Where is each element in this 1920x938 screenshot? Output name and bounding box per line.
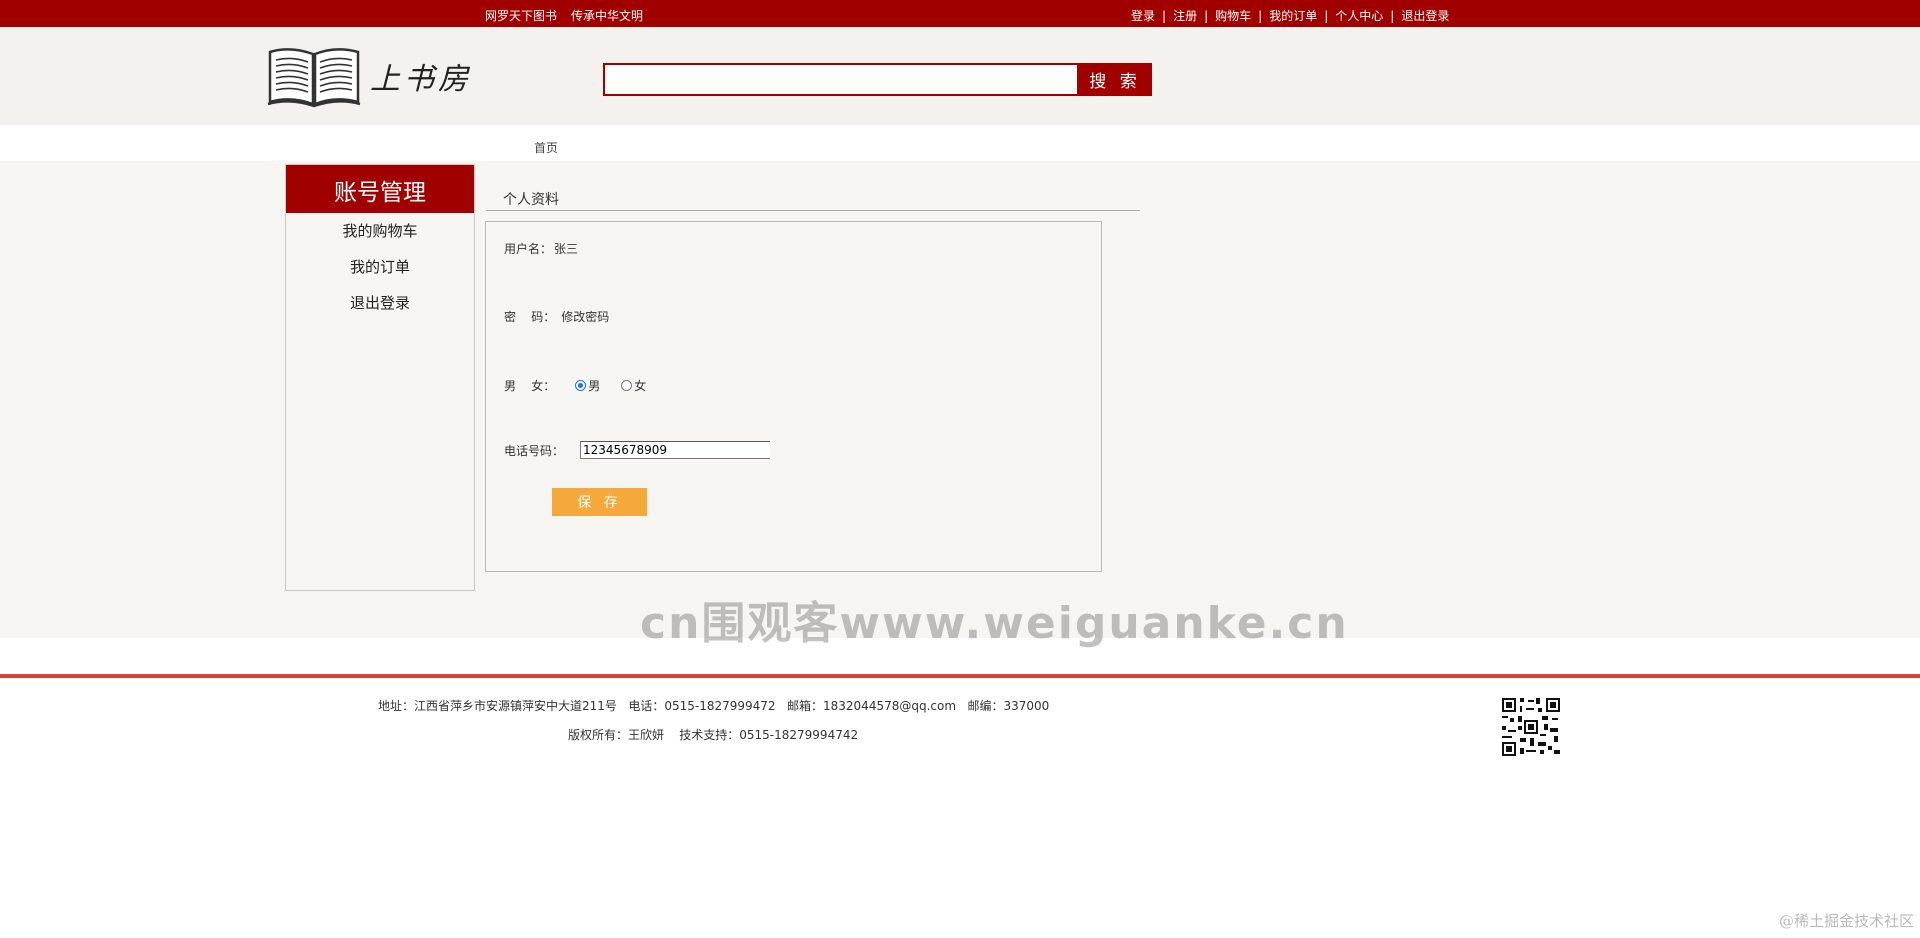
username-row: 用户名： 张三	[504, 240, 578, 257]
search-button[interactable]: 搜 索	[1078, 63, 1152, 96]
main-content: 账号管理 我的购物车 我的订单 退出登录 个人资料 用户名： 张三 密 码： 修…	[0, 161, 1920, 649]
gender-female-label: 女	[634, 379, 647, 393]
search-input[interactable]	[603, 63, 1079, 96]
profile-link[interactable]: 个人中心	[1335, 7, 1383, 24]
book-icon	[267, 48, 361, 108]
sidebar-item-cart[interactable]: 我的购物车	[342, 221, 417, 257]
slogan-part-1: 网罗天下图书	[485, 9, 558, 23]
account-sidebar: 账号管理 我的购物车 我的订单 退出登录	[285, 164, 475, 591]
footer-copyright: 版权所有：王欣妍 技术支持：0515-18279994742	[568, 728, 859, 742]
change-password-link[interactable]: 修改密码	[561, 308, 609, 325]
gender-row: 男 女： 男 女	[504, 377, 646, 394]
separator: |	[1162, 8, 1167, 23]
gender-option-male[interactable]: 男	[575, 377, 600, 394]
watermark: cn围观客www.weiguanke.cn	[640, 598, 1349, 649]
cart-link[interactable]: 购物车	[1215, 7, 1251, 24]
breadcrumb: 首页	[0, 125, 1920, 161]
logout-link[interactable]: 退出登录	[1401, 7, 1449, 24]
register-link[interactable]: 注册	[1173, 7, 1197, 24]
sidebar-item-orders[interactable]: 我的订单	[350, 257, 410, 293]
sidebar-nav: 我的购物车 我的订单 退出登录	[286, 213, 474, 329]
sidebar-item-logout[interactable]: 退出登录	[350, 293, 410, 329]
divider	[486, 210, 1140, 211]
radio-male[interactable]	[575, 380, 587, 391]
breadcrumb-home[interactable]: 首页	[534, 139, 558, 156]
logo[interactable]: 上书房	[266, 44, 476, 108]
password-row: 密 码： 修改密码	[504, 308, 609, 325]
profile-form: 用户名： 张三 密 码： 修改密码 男 女： 男 女 电话号码： 保 存	[485, 221, 1102, 572]
radio-female[interactable]	[621, 380, 633, 391]
login-link[interactable]: 登录	[1131, 7, 1155, 24]
username-label: 用户名：	[504, 242, 553, 256]
top-nav: 登录 | 注册 | 购物车 | 我的订单 | 个人中心 | 退出登录	[1131, 7, 1449, 24]
phone-label: 电话号码：	[504, 443, 565, 458]
gender-label: 男 女：	[504, 379, 556, 393]
separator: |	[1324, 8, 1329, 23]
section-title: 个人资料	[503, 192, 559, 208]
gender-male-label: 男	[588, 379, 601, 393]
logo-title: 上书房	[370, 62, 472, 97]
slogan: 网罗天下图书 传承中华文明	[485, 7, 643, 24]
separator: |	[1204, 8, 1209, 23]
orders-link[interactable]: 我的订单	[1269, 7, 1317, 24]
header: 上书房 搜 索	[0, 27, 1920, 125]
gender-option-female[interactable]: 女	[621, 377, 646, 394]
footer-divider	[0, 674, 1920, 678]
separator: |	[1258, 8, 1263, 23]
username-value: 张三	[554, 242, 579, 256]
password-label: 密 码：	[504, 310, 556, 324]
top-bar: 网罗天下图书 传承中华文明 登录 | 注册 | 购物车 | 我的订单 | 个人中…	[0, 0, 1920, 27]
qr-code-icon	[1500, 696, 1562, 758]
save-button[interactable]: 保 存	[552, 488, 647, 516]
phone-input[interactable]	[580, 441, 771, 459]
sidebar-title: 账号管理	[286, 165, 474, 213]
phone-row: 电话号码：	[504, 441, 771, 459]
separator: |	[1390, 8, 1395, 23]
credit-watermark: @稀土掘金技术社区	[1778, 912, 1914, 930]
footer-contact: 地址：江西省萍乡市安源镇萍安中大道211号 电话：0515-1827999472…	[378, 699, 1050, 713]
slogan-part-2: 传承中华文明	[571, 9, 644, 23]
